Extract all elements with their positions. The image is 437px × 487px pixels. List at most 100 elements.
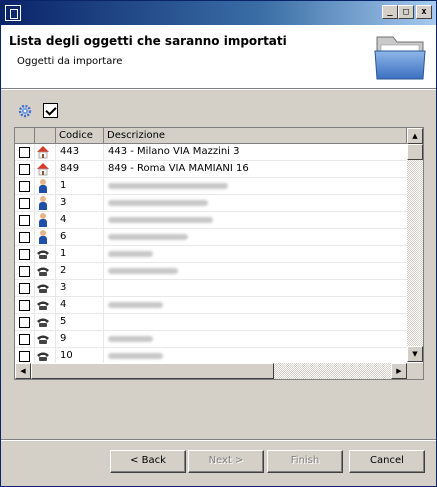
- scroll-left-button[interactable]: ◀: [15, 363, 31, 379]
- scrollbar-corner: [407, 363, 423, 379]
- scroll-down-button[interactable]: ▼: [407, 346, 423, 362]
- row-gridline: [34, 195, 35, 212]
- column-header-icon[interactable]: [35, 128, 56, 144]
- app-icon: [5, 5, 21, 21]
- row-gridline: [34, 246, 35, 263]
- row-gridline: [103, 161, 104, 178]
- horizontal-scrollbar[interactable]: ◀ ▶: [15, 363, 407, 379]
- redacted-description: [108, 251, 153, 257]
- row-checkbox[interactable]: [19, 198, 30, 209]
- row-code: 849: [60, 163, 80, 174]
- row-gridline: [103, 229, 104, 246]
- redacted-description: [108, 200, 208, 206]
- column-header-codice[interactable]: Codice: [56, 128, 104, 144]
- row-gridline: [103, 144, 104, 161]
- row-gridline: [103, 314, 104, 331]
- row-checkbox[interactable]: [19, 317, 30, 328]
- table-row[interactable]: 5: [15, 314, 407, 331]
- person-icon: [36, 179, 50, 193]
- table-row[interactable]: 1: [15, 246, 407, 263]
- column-header-descrizione[interactable]: Descrizione: [104, 128, 407, 144]
- table-row[interactable]: 2: [15, 263, 407, 280]
- row-code: 5: [60, 316, 67, 327]
- row-gridline: [34, 297, 35, 314]
- table-row[interactable]: 9: [15, 331, 407, 348]
- table-row[interactable]: 849 849 - Roma VIA MAMIANI 16: [15, 161, 407, 178]
- row-gridline: [55, 314, 56, 331]
- row-gridline: [34, 331, 35, 348]
- row-code: 2: [60, 265, 67, 276]
- minimize-button[interactable]: _: [382, 5, 398, 19]
- footer-separator: [1, 439, 436, 441]
- row-gridline: [55, 195, 56, 212]
- row-code: 6: [60, 231, 67, 242]
- row-checkbox[interactable]: [19, 300, 30, 311]
- row-gridline: [103, 246, 104, 263]
- row-checkbox[interactable]: [19, 249, 30, 260]
- folder-icon: [374, 36, 426, 80]
- row-gridline: [103, 280, 104, 297]
- phone-icon: [36, 247, 50, 261]
- table-row[interactable]: 4: [15, 212, 407, 229]
- vertical-scrollbar[interactable]: ▲ ▼: [407, 128, 423, 362]
- row-gridline: [103, 178, 104, 195]
- vertical-scroll-thumb[interactable]: [407, 144, 423, 160]
- row-gridline: [34, 144, 35, 161]
- row-checkbox[interactable]: [19, 334, 30, 345]
- person-icon: [36, 196, 50, 210]
- column-header-check[interactable]: [15, 128, 35, 144]
- redacted-description: [108, 302, 163, 308]
- horizontal-scroll-thumb[interactable]: [31, 363, 274, 379]
- phone-icon: [36, 332, 50, 346]
- back-button[interactable]: < Back: [110, 450, 186, 473]
- scroll-up-button[interactable]: ▲: [407, 128, 423, 144]
- row-checkbox[interactable]: [19, 283, 30, 294]
- row-description: 443 - Milano VIA Mazzini 3: [108, 146, 240, 157]
- gear-icon[interactable]: [18, 104, 32, 118]
- phone-icon: [36, 298, 50, 312]
- row-code: 443: [60, 146, 80, 157]
- scroll-right-button[interactable]: ▶: [391, 363, 407, 379]
- phone-icon: [36, 315, 50, 329]
- redacted-description: [108, 353, 163, 359]
- table-row[interactable]: 443 443 - Milano VIA Mazzini 3: [15, 144, 407, 161]
- row-checkbox[interactable]: [19, 164, 30, 175]
- header-separator: [1, 89, 436, 90]
- row-gridline: [34, 161, 35, 178]
- select-all-checkbox[interactable]: [43, 103, 58, 118]
- maximize-button[interactable]: □: [398, 5, 414, 19]
- house-icon: [36, 145, 50, 159]
- row-checkbox[interactable]: [19, 147, 30, 158]
- table-body: 443 443 - Milano VIA Mazzini 3 849 849 - Ro…: [15, 144, 407, 365]
- row-gridline: [103, 297, 104, 314]
- row-gridline: [34, 212, 35, 229]
- finish-button[interactable]: Finish: [267, 450, 343, 473]
- cancel-button[interactable]: Cancel: [349, 450, 425, 473]
- row-gridline: [55, 246, 56, 263]
- row-checkbox[interactable]: [19, 351, 30, 362]
- person-icon: [36, 213, 50, 227]
- row-code: 9: [60, 333, 67, 344]
- row-gridline: [34, 314, 35, 331]
- row-checkbox[interactable]: [19, 266, 30, 277]
- redacted-description: [108, 268, 178, 274]
- row-code: 3: [60, 197, 67, 208]
- table-row[interactable]: 3: [15, 195, 407, 212]
- title-bar[interactable]: _ □ x: [1, 1, 436, 25]
- table-row[interactable]: 4: [15, 297, 407, 314]
- next-button[interactable]: Next >: [188, 450, 264, 473]
- row-checkbox[interactable]: [19, 181, 30, 192]
- close-button[interactable]: x: [416, 5, 432, 19]
- row-gridline: [55, 161, 56, 178]
- redacted-description: [108, 217, 213, 223]
- row-gridline: [55, 331, 56, 348]
- row-checkbox[interactable]: [19, 215, 30, 226]
- table-row[interactable]: 3: [15, 280, 407, 297]
- row-checkbox[interactable]: [19, 232, 30, 243]
- page-subtitle: Oggetti da importare: [17, 56, 123, 67]
- objects-table: Codice Descrizione 443 443 - Milano VIA M…: [14, 127, 424, 380]
- row-gridline: [55, 178, 56, 195]
- table-row[interactable]: 6: [15, 229, 407, 246]
- table-row[interactable]: 1: [15, 178, 407, 195]
- row-code: 1: [60, 248, 67, 259]
